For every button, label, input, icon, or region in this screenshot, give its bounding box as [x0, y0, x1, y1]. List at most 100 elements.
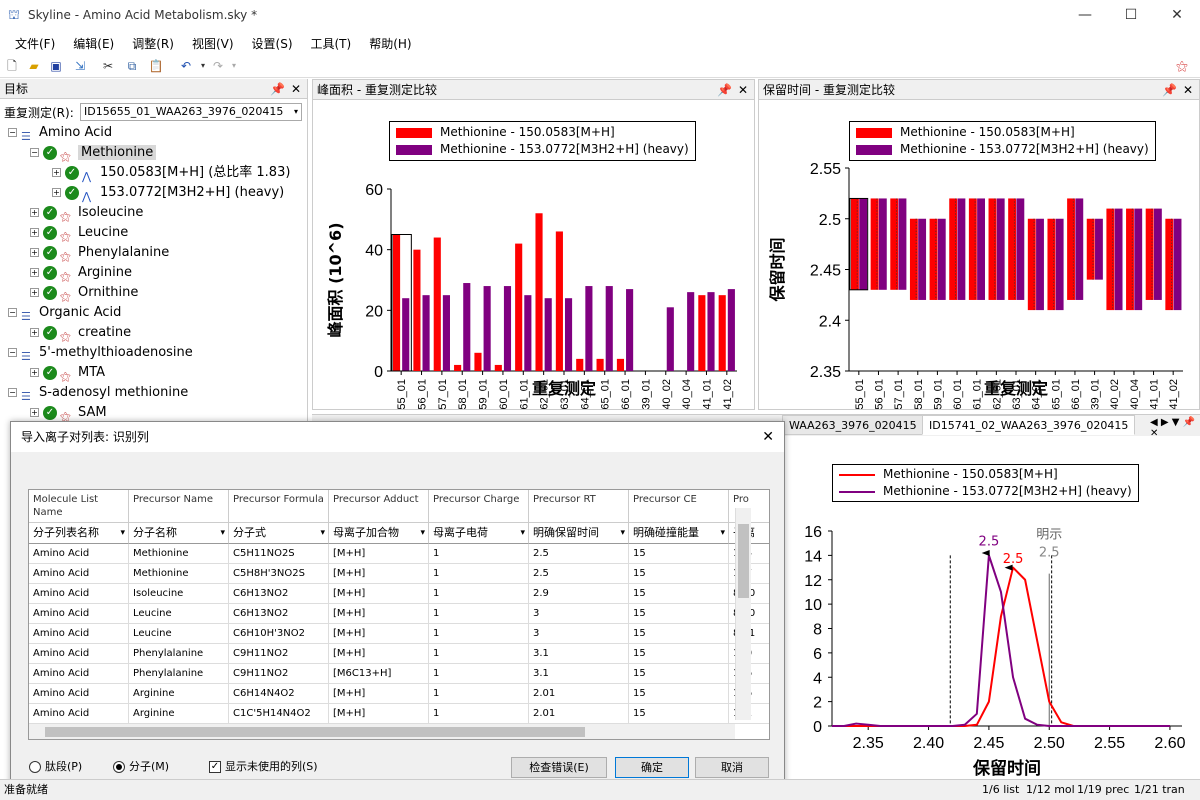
grid-cell[interactable]: C6H13NO2: [229, 604, 329, 624]
bar-light[interactable]: [535, 213, 543, 371]
grid-cell[interactable]: [M+H]: [329, 704, 429, 724]
paste-icon[interactable]: 📋: [148, 58, 164, 74]
grid-cell[interactable]: 1: [429, 644, 529, 664]
bar-heavy[interactable]: [564, 298, 573, 371]
save-icon[interactable]: ▣: [48, 58, 64, 74]
tree-node[interactable]: + ✓ ⚝ Phenylalanine: [30, 243, 169, 263]
bar-light[interactable]: [433, 237, 441, 371]
cut-icon[interactable]: ✂: [100, 58, 116, 74]
replicate-combo[interactable]: ID15655_01_WAA263_3976_020415 ▾: [80, 103, 302, 121]
undo-icon[interactable]: ↶: [178, 58, 194, 74]
grid-cell[interactable]: Amino Acid: [29, 684, 129, 704]
rt-bar-heavy[interactable]: [1095, 218, 1103, 280]
tree-node[interactable]: − ☰ Amino Acid: [8, 123, 112, 143]
tree-node[interactable]: + ✓ ⚝ Leucine: [30, 223, 128, 243]
column-type-select[interactable]: 分子式 ▾: [229, 523, 329, 544]
bar-heavy[interactable]: [585, 286, 593, 371]
rt-bar-heavy[interactable]: [1055, 218, 1064, 311]
close-panel-icon[interactable]: ✕: [1183, 80, 1193, 100]
redo-icon[interactable]: ↷: [210, 58, 226, 74]
bar-heavy[interactable]: [442, 295, 450, 371]
maximize-button[interactable]: ☐: [1108, 0, 1154, 32]
expand-icon[interactable]: +: [30, 248, 39, 257]
rt-bar-heavy[interactable]: [957, 198, 966, 300]
pin-icon[interactable]: 📌: [270, 79, 285, 99]
grid-cell[interactable]: [M6C13+H]: [329, 664, 429, 684]
grid-cell[interactable]: 2.5: [529, 544, 629, 564]
bar-heavy[interactable]: [707, 292, 715, 371]
expand-icon[interactable]: +: [30, 228, 39, 237]
collapse-icon[interactable]: −: [8, 388, 17, 397]
rt-bar-heavy[interactable]: [1134, 208, 1143, 311]
menu-settings[interactable]: 设置(S): [243, 32, 302, 55]
tree-node[interactable]: + ✓ ⋀ 150.0583[M+H] (总比率 1.83): [52, 163, 290, 183]
new-file-icon[interactable]: 🗋: [4, 58, 20, 74]
collapse-icon[interactable]: −: [30, 148, 39, 157]
rt-bar-heavy[interactable]: [996, 198, 1005, 300]
menu-edit[interactable]: 编辑(E): [64, 32, 123, 55]
grid-cell[interactable]: C5H11NO2S: [229, 544, 329, 564]
grid-cell[interactable]: 1: [429, 664, 529, 684]
grid-cell[interactable]: Amino Acid: [29, 664, 129, 684]
grid-cell[interactable]: 1: [429, 544, 529, 564]
grid-cell[interactable]: 15: [629, 564, 729, 584]
grid-cell[interactable]: 15: [629, 544, 729, 564]
tree-node[interactable]: − ☰ 5'-methylthioadenosine: [8, 343, 193, 363]
tree-node[interactable]: + ✓ ⚝ SAM: [30, 403, 107, 423]
bar-heavy[interactable]: [727, 289, 735, 371]
open-folder-icon[interactable]: ▰: [26, 58, 42, 74]
grid-cell[interactable]: 15: [629, 704, 729, 724]
grid-cell[interactable]: 1: [429, 704, 529, 724]
copy-icon[interactable]: ⧉: [124, 58, 140, 74]
grid-cell[interactable]: [M+H]: [329, 564, 429, 584]
grid-cell[interactable]: 15: [629, 664, 729, 684]
grid-cell[interactable]: C6H10H'3NO2: [229, 624, 329, 644]
grid-cell[interactable]: 15: [629, 624, 729, 644]
bar-light[interactable]: [616, 358, 625, 371]
menu-refine[interactable]: 调整(R): [123, 32, 183, 55]
tree-node[interactable]: + ✓ ⚝ creatine: [30, 323, 131, 343]
expand-icon[interactable]: +: [30, 328, 39, 337]
bar-heavy[interactable]: [402, 298, 410, 371]
bar-heavy[interactable]: [626, 289, 634, 371]
grid-cell[interactable]: 15: [629, 684, 729, 704]
tab-replicate-2[interactable]: ID15741_02_WAA263_3976_020415: [922, 415, 1136, 435]
grid-cell[interactable]: Amino Acid: [29, 624, 129, 644]
tree-node[interactable]: + ✓ ⚝ Isoleucine: [30, 203, 143, 223]
grid-cell[interactable]: 15: [629, 604, 729, 624]
expand-icon[interactable]: +: [30, 208, 39, 217]
grid-cell[interactable]: 3.1: [529, 644, 629, 664]
grid-cell[interactable]: Isoleucine: [129, 584, 229, 604]
expand-icon[interactable]: +: [30, 368, 39, 377]
menu-help[interactable]: 帮助(H): [360, 32, 420, 55]
bar-light[interactable]: [474, 352, 482, 371]
grid-cell[interactable]: 2.01: [529, 684, 629, 704]
bar-light[interactable]: [515, 243, 523, 371]
tree-node[interactable]: + ✓ ⚝ Ornithine: [30, 283, 138, 303]
grid-cell[interactable]: C1C'5H14N4O2: [229, 704, 329, 724]
bar-light[interactable]: [494, 364, 502, 371]
grid-cell[interactable]: Phenylalanine: [129, 644, 229, 664]
column-type-select[interactable]: 母离子电荷 ▾: [429, 523, 529, 544]
collapse-icon[interactable]: −: [8, 348, 17, 357]
grid-cell[interactable]: 1: [429, 604, 529, 624]
grid-cell[interactable]: [M+H]: [329, 584, 429, 604]
rt-bar-heavy[interactable]: [878, 198, 887, 290]
bar-light[interactable]: [454, 364, 462, 371]
expand-icon[interactable]: +: [30, 268, 39, 277]
grid-cell[interactable]: 1: [429, 564, 529, 584]
bar-heavy[interactable]: [422, 295, 430, 371]
grid-cell[interactable]: Leucine: [129, 604, 229, 624]
close-panel-icon[interactable]: ✕: [291, 79, 301, 99]
bar-heavy[interactable]: [463, 283, 471, 371]
column-type-select[interactable]: 明确碰撞能量 ▾: [629, 523, 729, 544]
bar-light[interactable]: [576, 358, 584, 371]
menu-file[interactable]: 文件(F): [6, 32, 64, 55]
tree-node[interactable]: + ✓ ⚝ Arginine: [30, 263, 132, 283]
grid-cell[interactable]: Amino Acid: [29, 544, 129, 564]
collapse-icon[interactable]: −: [8, 308, 17, 317]
grid-cell[interactable]: 3: [529, 604, 629, 624]
tree-node[interactable]: + ✓ ⋀ 153.0772[M3H2+H] (heavy): [52, 183, 284, 203]
expand-icon[interactable]: +: [30, 288, 39, 297]
bar-heavy[interactable]: [605, 286, 613, 371]
